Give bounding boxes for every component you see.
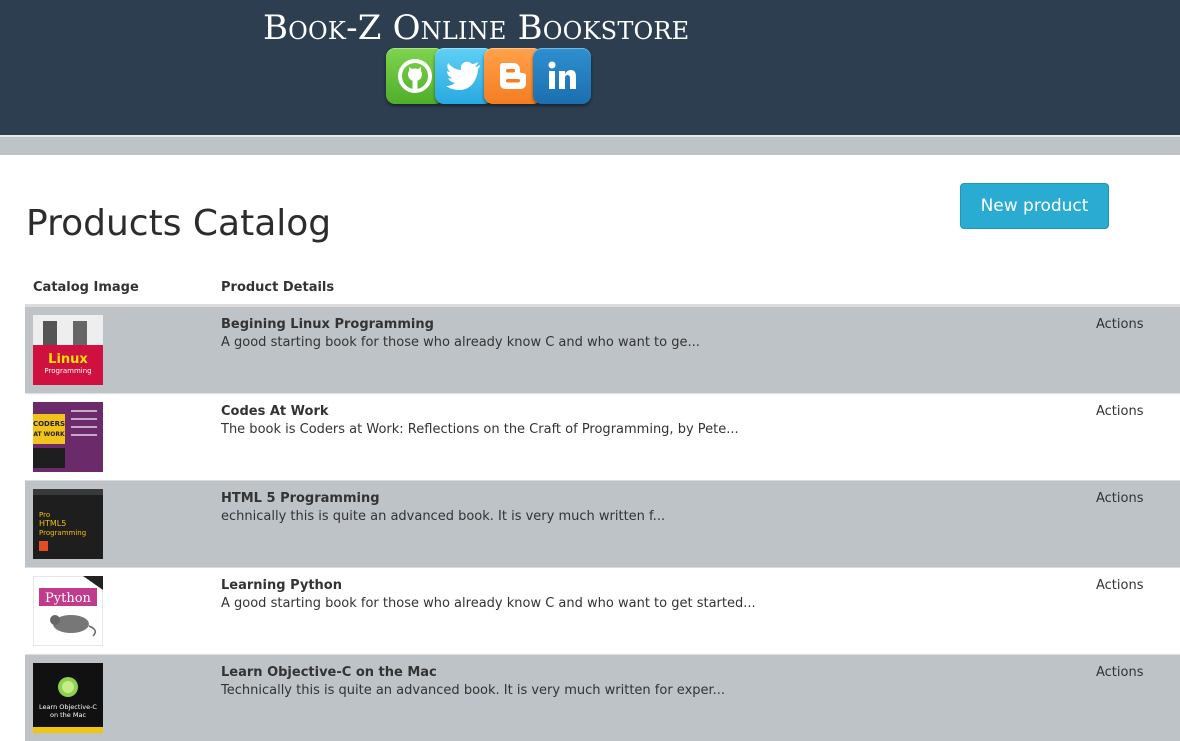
actions-menu[interactable]: Actions <box>1096 491 1144 506</box>
product-title[interactable]: Learn Objective-C on the Mac <box>221 665 437 680</box>
actions-menu[interactable]: Actions <box>1096 578 1144 593</box>
svg-text:CODERS: CODERS <box>33 420 65 428</box>
column-header-catalog-image: Catalog Image <box>33 280 139 295</box>
column-header-product-details: Product Details <box>221 280 335 295</box>
product-description: echnically this is quite an advanced boo… <box>221 509 666 524</box>
book-cover-image[interactable]: CODERS AT WORK <box>33 402 103 472</box>
product-description: The book is Coders at Work: Reflections … <box>221 422 739 437</box>
book-cover-image[interactable]: Pro HTML5 Programming <box>33 489 103 559</box>
linkedin-icon[interactable] <box>533 48 591 104</box>
svg-text:Programming: Programming <box>39 529 86 537</box>
table-row: Linux Programming Begining Linux Program… <box>25 306 1180 393</box>
product-description: A good starting book for those who alrea… <box>221 335 700 350</box>
svg-text:HTML5: HTML5 <box>39 519 66 528</box>
product-description: Technically this is quite an advanced bo… <box>221 683 726 698</box>
site-brand[interactable]: Book-Z Online Bookstore <box>263 8 693 48</box>
book-cover-image[interactable]: Python <box>32 575 104 647</box>
actions-menu[interactable]: Actions <box>1096 317 1144 332</box>
svg-text:Pro: Pro <box>39 511 50 519</box>
product-title[interactable]: Learning Python <box>221 578 342 593</box>
svg-text:Programming: Programming <box>44 367 91 375</box>
table-row: CODERS AT WORK Codes At Work The book is… <box>25 393 1180 480</box>
actions-menu[interactable]: Actions <box>1096 404 1144 419</box>
product-title[interactable]: Begining Linux Programming <box>221 317 434 332</box>
product-description: A good starting book for those who alrea… <box>221 596 756 611</box>
social-links <box>386 48 596 106</box>
table-row: Python Learning Python A good starting b… <box>25 567 1180 654</box>
main-content: Products Catalog New product Catalog Ima… <box>0 155 1180 741</box>
page-title: Products Catalog <box>26 203 332 244</box>
actions-menu[interactable]: Actions <box>1096 665 1144 680</box>
table-header: Catalog Image Product Details <box>25 270 1180 306</box>
book-cover-image[interactable]: Learn Objective-C on the Mac <box>33 663 103 733</box>
table-row: Pro HTML5 Programming HTML 5 Programming… <box>25 480 1180 567</box>
site-header: Book-Z Online Bookstore <box>0 0 1180 137</box>
svg-text:Python: Python <box>45 591 92 606</box>
products-table: Catalog Image Product Details Linux Prog… <box>25 270 1180 741</box>
svg-text:Learn Objective-C: Learn Objective-C <box>39 703 97 711</box>
nav-band <box>0 137 1180 155</box>
svg-text:AT WORK: AT WORK <box>33 431 65 438</box>
svg-text:on the Mac: on the Mac <box>50 711 86 719</box>
new-product-button[interactable]: New product <box>960 183 1109 229</box>
table-row: Learn Objective-C on the Mac Learn Objec… <box>25 654 1180 741</box>
book-cover-image[interactable]: Linux Programming <box>33 315 103 385</box>
svg-text:Linux: Linux <box>48 352 88 367</box>
product-title[interactable]: HTML 5 Programming <box>221 491 380 506</box>
product-title[interactable]: Codes At Work <box>221 404 329 419</box>
